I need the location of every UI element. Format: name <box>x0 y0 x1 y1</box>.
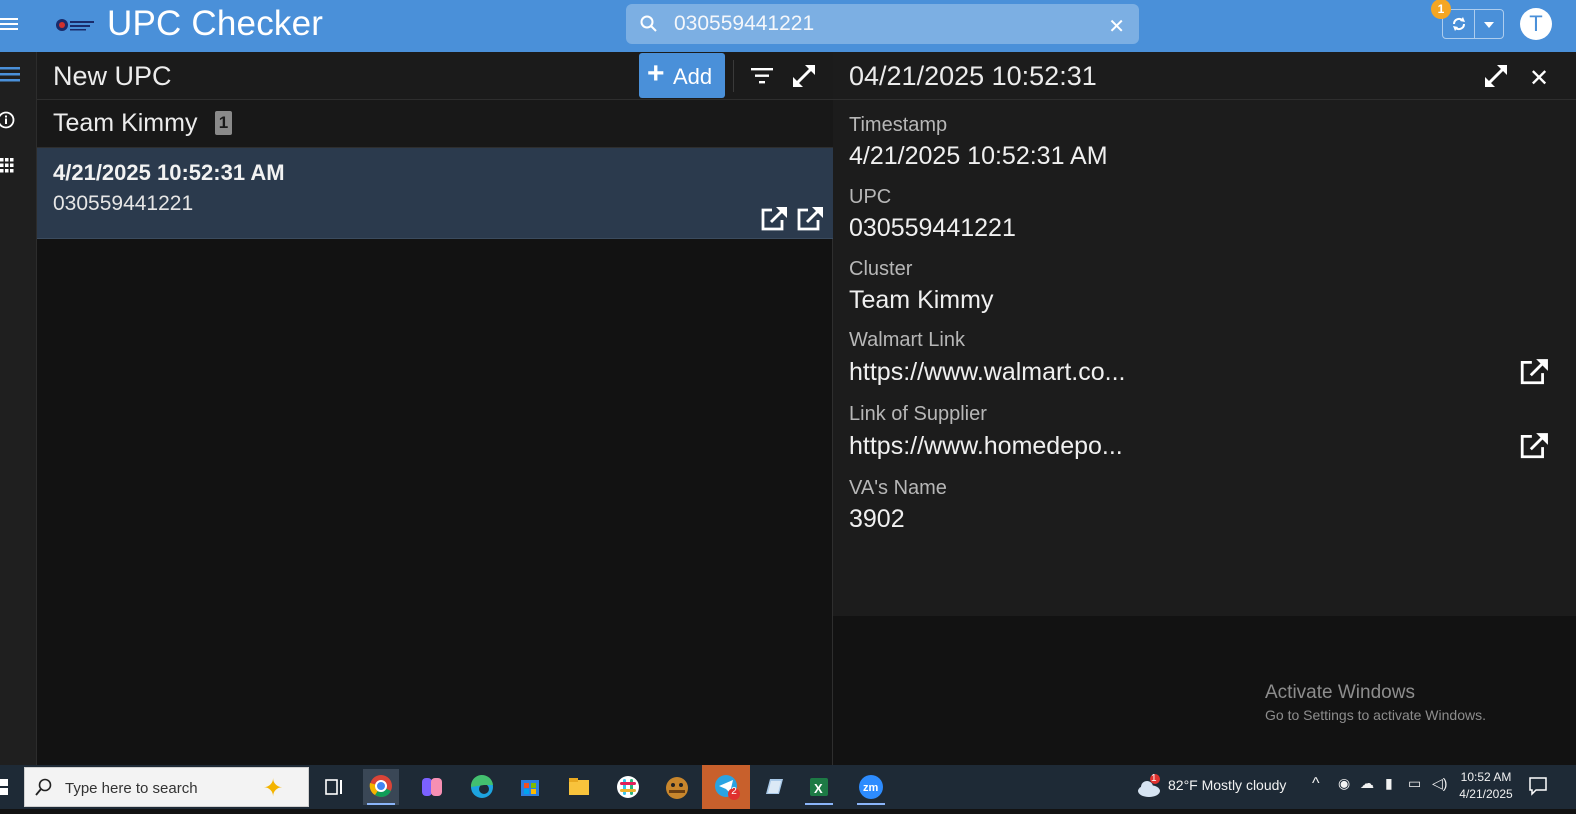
network-icon[interactable]: ▭ <box>1408 775 1421 792</box>
grid-icon[interactable] <box>0 156 20 176</box>
search-input[interactable] <box>674 10 1094 38</box>
telegram-badge: 2 <box>731 786 737 797</box>
list-item-timestamp: 4/21/2025 10:52:31 AM <box>53 160 285 185</box>
field-label-cluster: Cluster <box>849 258 913 280</box>
list-item-upc: 030559441221 <box>53 192 194 215</box>
info-icon[interactable] <box>0 110 20 130</box>
field-label-upc: UPC <box>849 186 892 208</box>
group-header[interactable]: Team Kimmy 1 <box>37 100 833 148</box>
list-title: New UPC <box>53 61 172 91</box>
chevron-down-icon[interactable] <box>1484 22 1494 28</box>
taskbar: Type here to search ✦ 2 X zm 1 82°F Most… <box>0 765 1576 809</box>
open-supplier-link-icon[interactable] <box>796 206 824 232</box>
chevron-up-icon[interactable]: ^ <box>1312 775 1320 793</box>
weather-icon[interactable] <box>1136 773 1164 801</box>
copilot-app-icon[interactable] <box>414 769 450 805</box>
taskbar-search[interactable]: Type here to search ✦ <box>24 767 309 807</box>
app-title: UPC Checker <box>107 4 324 43</box>
app-logo <box>56 19 94 31</box>
field-value-supplier-link[interactable]: https://www.homedepo... <box>849 432 1123 461</box>
telegram-app-icon[interactable]: 2 <box>702 765 750 809</box>
zoom-app-icon[interactable]: zm <box>853 769 889 805</box>
list-view-icon[interactable] <box>0 64 20 84</box>
clock-time: 10:52 AM <box>1460 770 1512 784</box>
sparkle-icon: ✦ <box>263 775 284 802</box>
open-supplier-link-icon[interactable] <box>1519 432 1549 460</box>
field-value-cluster: Team Kimmy <box>849 286 994 314</box>
list-header: New UPC + Add <box>37 52 833 100</box>
sync-badge: 1 <box>1431 0 1451 19</box>
field-value-upc: 030559441221 <box>849 214 1016 242</box>
search-icon <box>640 15 657 32</box>
avatar[interactable]: T <box>1520 8 1552 40</box>
field-value-walmart-link[interactable]: https://www.walmart.co... <box>849 358 1125 387</box>
group-title: Team Kimmy <box>53 109 198 137</box>
sync-icon[interactable] <box>1450 15 1468 33</box>
add-button[interactable]: + Add <box>639 53 725 98</box>
microphone-icon[interactable]: ▮ <box>1385 775 1393 792</box>
game-app-icon[interactable] <box>659 769 695 805</box>
watermark-subtitle: Go to Settings to activate Windows. <box>1265 707 1486 723</box>
open-walmart-link-icon[interactable] <box>760 206 788 232</box>
app-bar: UPC Checker ✕ 1 T <box>0 0 1576 52</box>
plus-icon: + <box>647 57 665 90</box>
field-label-walmart-link: Walmart Link <box>849 329 965 351</box>
field-label-timestamp: Timestamp <box>849 114 948 136</box>
system-clock[interactable]: 10:52 AM 4/21/2025 <box>1456 769 1516 803</box>
svg-text:X: X <box>814 781 823 796</box>
add-button-label: Add <box>673 64 713 89</box>
list-panel: New UPC + Add Team Kimmy 1 4/21/2025 10:… <box>37 52 833 765</box>
field-value-timestamp: 4/21/2025 10:52:31 AM <box>849 142 1108 170</box>
weather-badge: 1 <box>1151 773 1157 784</box>
search-icon <box>35 778 52 796</box>
filter-icon[interactable] <box>751 66 773 86</box>
detail-panel: 04/21/2025 10:52:31 ✕ Timestamp 4/21/202… <box>833 52 1576 616</box>
onedrive-icon[interactable]: ☁ <box>1360 775 1374 792</box>
svg-text:zm: zm <box>863 782 879 794</box>
search-bar[interactable]: ✕ <box>626 4 1139 44</box>
task-view-icon[interactable] <box>316 769 352 805</box>
weather-text[interactable]: 82°F Mostly cloudy <box>1168 777 1286 793</box>
list-item[interactable]: 4/21/2025 10:52:31 AM 030559441221 <box>37 148 833 239</box>
clear-search-icon[interactable]: ✕ <box>1108 14 1125 39</box>
notification-icon[interactable] <box>1528 776 1548 796</box>
expand-icon[interactable] <box>791 63 817 89</box>
close-icon[interactable]: ✕ <box>1529 64 1549 93</box>
open-walmart-link-icon[interactable] <box>1519 358 1549 386</box>
watermark-title: Activate Windows <box>1265 682 1415 703</box>
hamburger-menu-icon[interactable] <box>0 15 20 35</box>
edge-app-icon[interactable] <box>464 769 500 805</box>
volume-icon[interactable]: ◁) <box>1432 775 1447 792</box>
expand-icon[interactable] <box>1483 63 1509 89</box>
clock-date: 4/21/2025 <box>1459 787 1513 801</box>
nav-rail <box>0 52 37 765</box>
windows-start-icon[interactable] <box>0 779 10 795</box>
field-label-va-name: VA's Name <box>849 477 947 499</box>
activate-windows-watermark: Activate Windows Go to Settings to activ… <box>1265 682 1486 723</box>
chrome-app-icon[interactable] <box>363 769 399 805</box>
divider <box>1474 10 1475 38</box>
taskbar-search-placeholder: Type here to search <box>65 780 198 797</box>
field-label-supplier-link: Link of Supplier <box>849 403 987 425</box>
group-count-badge: 1 <box>215 111 232 135</box>
detail-title: 04/21/2025 10:52:31 <box>849 61 1097 91</box>
notes-app-icon[interactable] <box>756 769 792 805</box>
sync-button-group <box>1442 9 1504 39</box>
excel-app-icon[interactable]: X <box>801 769 837 805</box>
detail-header: 04/21/2025 10:52:31 ✕ <box>833 52 1576 100</box>
file-explorer-icon[interactable] <box>561 769 597 805</box>
meet-now-icon[interactable]: ◉ <box>1338 775 1350 792</box>
slack-app-icon[interactable] <box>610 769 646 805</box>
store-app-icon[interactable] <box>512 769 548 805</box>
divider <box>733 60 734 92</box>
field-value-va-name: 3902 <box>849 505 905 533</box>
